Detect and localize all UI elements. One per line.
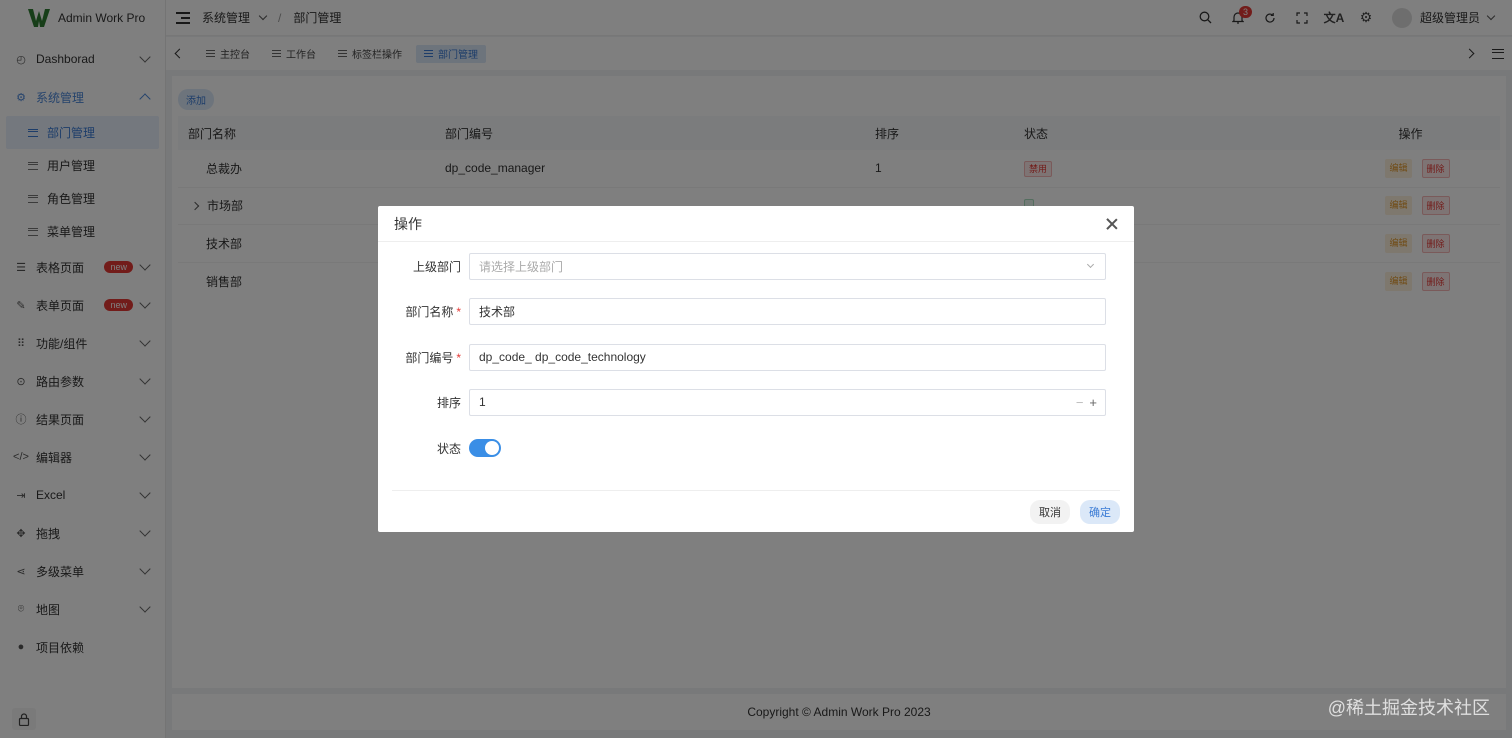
form-row-name: 部门名称 * 技术部 xyxy=(378,297,1134,325)
dept-code-field[interactable]: dp_code_ dp_code_technology xyxy=(469,343,1106,371)
field-value: 1 xyxy=(479,395,486,409)
chevron-down-icon xyxy=(1086,260,1095,269)
cancel-button[interactable]: 取消 xyxy=(1030,500,1070,524)
status-toggle[interactable] xyxy=(469,439,501,457)
minus-icon[interactable]: − xyxy=(1076,395,1084,410)
form-row-code: 部门编号 * dp_code_ dp_code_technology xyxy=(378,343,1134,371)
confirm-button[interactable]: 确定 xyxy=(1080,500,1120,524)
stepper-controls: − + xyxy=(1076,395,1097,410)
close-icon[interactable] xyxy=(1106,218,1118,230)
select-placeholder: 请选择上级部门 xyxy=(479,259,564,274)
field-value: 技术部 xyxy=(479,304,516,319)
dept-edit-dialog: 操作 上级部门 请选择上级部门 部门名称 * 技术部 部门编号 * dp_code_… xyxy=(378,206,1134,532)
dept-name-field[interactable]: 技术部 xyxy=(469,297,1106,325)
field-value: dp_code_ dp_code_technology xyxy=(479,350,646,364)
form-row-order: 排序 1 − + xyxy=(378,388,1134,416)
watermark: @稀土掘金技术社区 xyxy=(1327,698,1490,718)
dialog-title: 操作 xyxy=(394,215,422,232)
field-label: 状态 xyxy=(436,441,461,456)
field-label: 部门编号 * xyxy=(405,350,461,365)
dialog-divider xyxy=(392,490,1120,491)
field-label: 部门名称 * xyxy=(405,304,461,319)
order-stepper[interactable]: 1 − + xyxy=(469,388,1106,416)
dialog-footer: 取消 确定 xyxy=(1030,500,1120,524)
field-label: 上级部门 xyxy=(412,259,461,274)
parent-dept-select[interactable]: 请选择上级部门 xyxy=(469,252,1106,280)
field-label: 排序 xyxy=(436,395,461,410)
form-row-status: 状态 xyxy=(378,434,1134,462)
plus-icon[interactable]: + xyxy=(1089,395,1097,410)
dialog-header: 操作 xyxy=(378,206,1134,242)
form-row-parent: 上级部门 请选择上级部门 xyxy=(378,252,1134,280)
